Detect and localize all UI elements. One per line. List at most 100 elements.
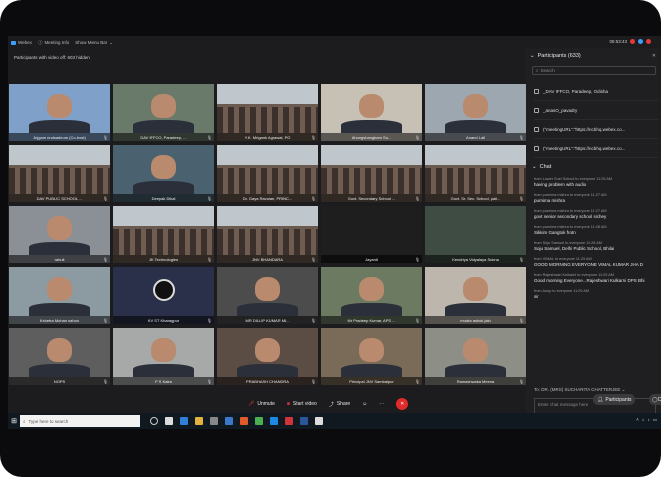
tile-name-label: Kendriya Vidyalaya Sukna: [425, 255, 526, 263]
chat-messages: from Lower Suel School to everyone 11:25…: [534, 177, 659, 305]
word-icon[interactable]: [300, 417, 308, 425]
minimize-icon[interactable]: [646, 39, 651, 44]
meeting-info-button[interactable]: ⓘ Meeting Info: [38, 40, 69, 46]
chat-message: from purnima mishra to everyone 11:28 AM…: [534, 225, 659, 235]
participants-title: Participants (633): [537, 53, 581, 59]
chat-message-text: sir: [534, 294, 539, 299]
mic-icon: 🎙︎: [102, 196, 108, 201]
office-icon[interactable]: [240, 417, 248, 425]
video-tile[interactable]: NOPS 🎙︎: [9, 328, 110, 385]
video-tile[interactable]: Kshetra Mohan sahoo 🎙︎: [9, 267, 110, 324]
obs-logo-icon: [153, 279, 175, 301]
search-icon: ⌕: [536, 68, 539, 73]
video-tile[interactable]: Jayanti 🎙︎: [321, 206, 422, 263]
video-tile[interactable]: Govt. Sr. Sec. School, pali... 🎙︎: [425, 145, 526, 202]
video-tile[interactable]: KV ST Kharagpur 🎙︎: [113, 267, 214, 324]
taskbar-search-input[interactable]: ⌕ Type here to search: [20, 415, 140, 427]
video-tile[interactable]: DAV PUBLIC SCHOOL ... 🎙︎: [9, 145, 110, 202]
search-placeholder: Search: [540, 68, 555, 73]
video-tile[interactable]: Dr. Gaya Ravulan, PRINC... 🎙︎: [217, 145, 318, 202]
reactions-button[interactable]: ☺: [362, 401, 367, 407]
video-tile[interactable]: P S Kalra 🎙︎: [113, 328, 214, 385]
tile-name-label: PRABHASH CHANDRA: [217, 377, 318, 385]
video-tile[interactable]: Mr Pradeep Kumar, APS ... 🎙︎: [321, 267, 422, 324]
chevron-up-icon[interactable]: ˄: [636, 417, 639, 423]
participant-row[interactable]: _anasO_pavadry: [534, 101, 658, 120]
video-tile[interactable]: Principal JNV Sambalpur 🎙︎: [321, 328, 422, 385]
video-tile[interactable]: PRABHASH CHANDRA 🎙︎: [217, 328, 318, 385]
tile-name-label: P S Kalra: [113, 377, 214, 385]
close-icon: ✕: [400, 401, 405, 407]
video-tile[interactable]: Ramashwaka Meena 🎙︎: [425, 328, 526, 385]
webex-menu[interactable]: Webex: [11, 40, 32, 45]
webex-logo-icon: [11, 40, 16, 45]
edge-icon[interactable]: [180, 417, 188, 425]
tile-name-label: Mr Pradeep Kumar, APS ...: [321, 316, 422, 324]
video-tile[interactable]: JNV BHANDARA 🎙︎: [217, 206, 318, 263]
mic-icon: 🎙︎: [102, 135, 108, 140]
chat-recipient-select[interactable]: To: DR. (MRS) SUCHARITA CHATTERJEE ⌄: [534, 387, 625, 393]
layout-icon[interactable]: [638, 39, 643, 44]
start-video-button[interactable]: ■ Start video: [287, 401, 317, 407]
windows-start-icon[interactable]: ⊞: [8, 413, 20, 429]
notification-icon[interactable]: ▭: [653, 417, 657, 423]
tile-name-label: mudra ashok jain: [425, 316, 526, 324]
participants-header[interactable]: ⌄ Participants (633): [530, 53, 581, 59]
video-tile[interactable]: Deepak Dikal 🎙︎: [113, 145, 214, 202]
mail-icon[interactable]: [225, 417, 233, 425]
share-button[interactable]: ⤴ Share: [329, 401, 350, 408]
participant-row[interactable]: ("meetingURL":"https://ncbhq.webex.co...: [534, 139, 658, 158]
participants-label: Participants: [605, 396, 632, 403]
chat-header[interactable]: ⌄ Chat: [532, 164, 551, 170]
store-icon[interactable]: [210, 417, 218, 425]
file-explorer-icon[interactable]: [195, 417, 203, 425]
end-call-button[interactable]: ✕: [396, 398, 409, 410]
app-name: Webex: [18, 40, 32, 45]
chat-message-text: GOOD MORNING EVERYONE VIMAL KUMAR JHA D: [534, 262, 644, 267]
video-tile[interactable]: Ahongshangbam Su... 🎙︎: [321, 84, 422, 141]
device-icon: [534, 88, 539, 94]
video-tile[interactable]: JK Technologies 🎙︎: [113, 206, 214, 263]
more-button[interactable]: ⋯: [379, 401, 384, 407]
chat-message-sender: from Rajeshwari Kulkarni to everyone 11:…: [534, 273, 614, 277]
chat-message-sender: from purnima mishra to everyone 11:27 AM: [534, 193, 607, 197]
mic-icon: 🎙︎: [310, 135, 316, 140]
close-icon[interactable]: ✕: [652, 53, 656, 59]
video-tile[interactable]: rahull 🎙︎: [9, 206, 110, 263]
mic-icon: 🎙︎: [414, 135, 420, 140]
tile-name-label: Kshetra Mohan sahoo: [9, 316, 110, 324]
network-icon[interactable]: ⌂: [642, 417, 645, 423]
video-tile[interactable]: mudra ashok jain 🎙︎: [425, 267, 526, 324]
device-icon: [534, 126, 539, 132]
participant-row[interactable]: ("meetingURL":"https://ncbhq.webex.co...: [534, 120, 658, 139]
mic-icon: 🎙︎: [206, 196, 212, 201]
show-menu-bar-label: Show Menu Bar: [75, 40, 108, 45]
video-tile[interactable]: MR DILLIP KUMAR MI... 🎙︎: [217, 267, 318, 324]
webex-taskbar-icon[interactable]: [270, 417, 278, 425]
tile-name-label: Principal JNV Sambalpur: [321, 377, 422, 385]
tile-name-label: Ramashwaka Meena: [425, 377, 526, 385]
cortana-icon[interactable]: [150, 417, 158, 425]
video-tile[interactable]: Jnjgam nndsadeum (Co-host) 🎙︎: [9, 84, 110, 141]
task-view-icon[interactable]: [165, 417, 173, 425]
chrome-icon[interactable]: [255, 417, 263, 425]
participant-row[interactable]: _DAV IFFCO, Paradeep, Odisha: [534, 82, 658, 101]
video-tile[interactable]: Anand Lall 🎙︎: [425, 84, 526, 141]
participants-button[interactable]: 👤︎ Participants: [593, 394, 636, 405]
participant-search-input[interactable]: ⌕ Search: [532, 66, 656, 75]
video-tile[interactable]: Govt. Secondary School ... 🎙︎: [321, 145, 422, 202]
video-tile[interactable]: Y.K. Mrigank Agrawal, PO 🎙︎: [217, 84, 318, 141]
mic-icon: 🎙︎: [102, 379, 108, 384]
video-tile[interactable]: Kendriya Vidyalaya Sukna 🎙︎: [425, 206, 526, 263]
tile-name-label: DAV IFFCO, Paradeep, ...: [113, 133, 214, 141]
volume-icon[interactable]: ♪: [647, 417, 649, 423]
chat-button[interactable]: ◯ Ch: [649, 394, 661, 405]
chat-message: from Lower Suel School to everyone 11:25…: [534, 177, 659, 187]
video-tile[interactable]: DAV IFFCO, Paradeep, ... 🎙︎: [113, 84, 214, 141]
powerpoint-icon[interactable]: [285, 417, 293, 425]
unmute-button[interactable]: 🎤︎ Unmute: [248, 401, 275, 407]
show-menu-bar-button[interactable]: Show Menu Bar ⌄: [75, 40, 113, 46]
notepad-icon[interactable]: [315, 417, 323, 425]
participant-name: _DAV IFFCO, Paradeep, Odisha: [543, 88, 608, 94]
chat-message-text: Good morning Everyone...Rajeshwari Kulka…: [534, 278, 645, 283]
